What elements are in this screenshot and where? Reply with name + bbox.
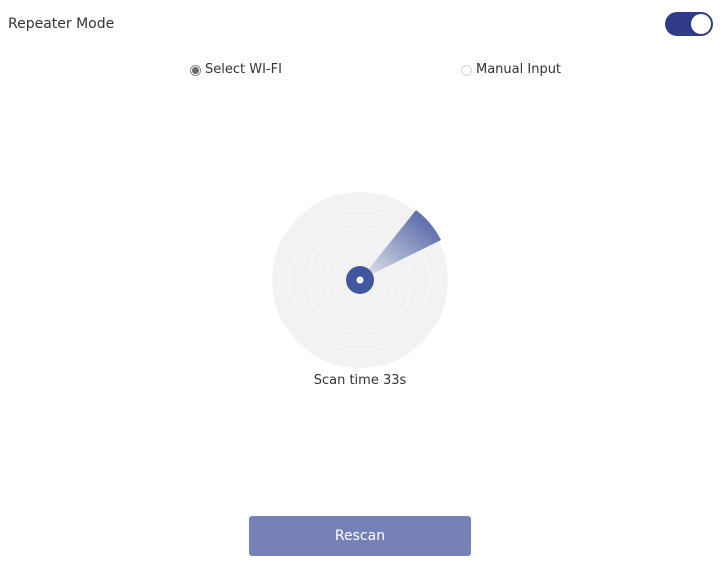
radio-checked-icon [190, 64, 201, 76]
radio-unchecked-icon [461, 64, 472, 76]
toggle-knob [691, 14, 711, 34]
select-wifi-label: Select WI-FI [205, 62, 282, 77]
repeater-mode-title: Repeater Mode [8, 16, 115, 32]
rescan-button[interactable]: Rescan [249, 516, 471, 556]
radar-center-hole [356, 276, 364, 284]
scan-time-text: Scan time 33s [313, 373, 407, 388]
select-wifi-radio[interactable]: Select WI-FI [190, 62, 282, 78]
manual-input-radio[interactable]: Manual Input [461, 62, 561, 78]
manual-input-label: Manual Input [476, 62, 562, 77]
repeater-mode-toggle[interactable] [665, 12, 713, 36]
radar-scan-graphic [272, 192, 448, 368]
